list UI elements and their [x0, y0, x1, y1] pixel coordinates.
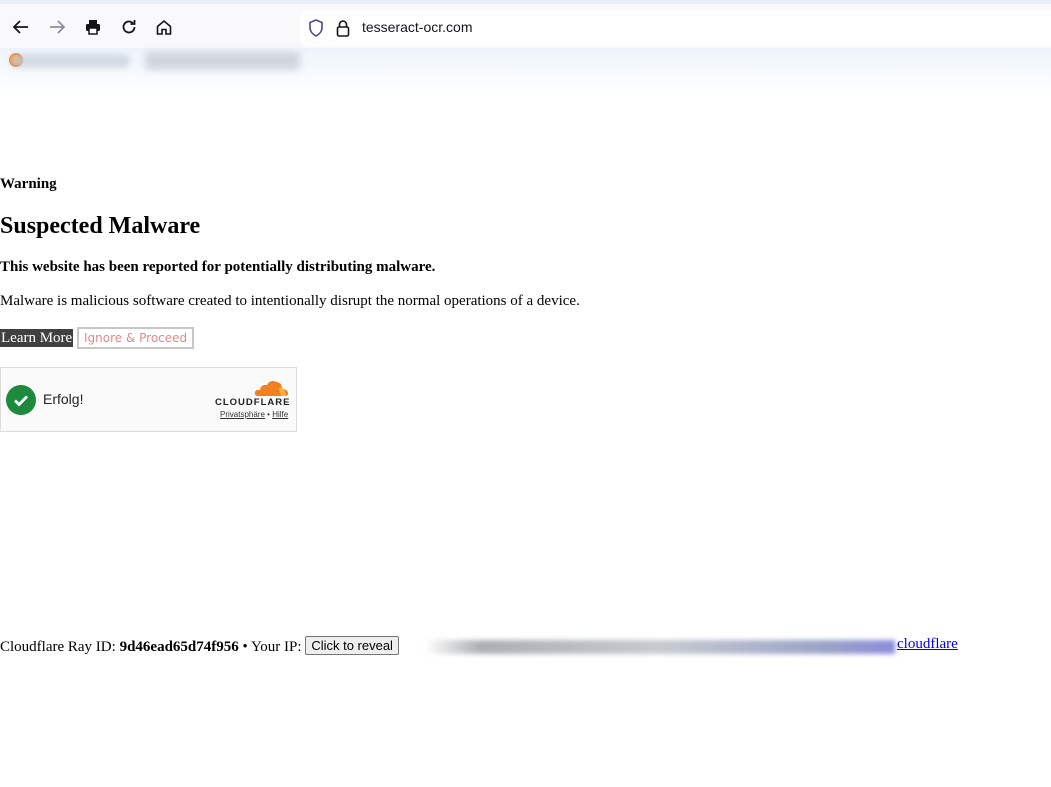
warning-label: Warning [0, 176, 57, 192]
cloudflare-wordmark: CLOUDFLARE [215, 397, 291, 408]
ray-id-value: 9d46ead65d74f956 [119, 639, 239, 655]
tab-strip-obscured [0, 48, 1051, 94]
obscured-tab [145, 52, 300, 70]
reload-icon[interactable] [116, 14, 142, 40]
lock-icon[interactable] [336, 19, 350, 42]
reported-message: This website has been reported for poten… [0, 259, 436, 275]
ray-id-label: Cloudflare Ray ID: [0, 639, 116, 655]
help-link[interactable]: Hilfe [272, 410, 288, 419]
ip-label: Your IP: [250, 639, 302, 655]
obscured-footer-text [425, 640, 895, 654]
reveal-ip-button[interactable]: Click to reveal [305, 636, 399, 655]
url-bar[interactable]: tesseract-ocr.com [300, 10, 1051, 46]
url-text[interactable]: tesseract-ocr.com [362, 19, 472, 35]
malware-description: Malware is malicious software created to… [0, 293, 580, 309]
footer-bullet: • [242, 639, 248, 655]
browser-toolbar: tesseract-ocr.com [0, 0, 1051, 55]
ray-footer: Cloudflare Ray ID: 9d46ead65d74f956 • Yo… [0, 636, 399, 656]
obscured-tab [10, 54, 130, 68]
success-check-icon [6, 385, 36, 415]
turnstile-links: Privatsphäre • Hilfe [220, 410, 288, 419]
link-separator: • [267, 410, 270, 419]
turnstile-widget: Erfolg! CLOUDFLARE Privatsphäre • Hilfe [0, 367, 297, 432]
forward-arrow-icon[interactable] [44, 14, 70, 40]
privacy-link[interactable]: Privatsphäre [220, 410, 265, 419]
ignore-proceed-button[interactable]: Ignore & Proceed [77, 327, 195, 349]
page-title: Suspected Malware [0, 213, 201, 239]
cloudflare-link[interactable]: cloudflare [897, 636, 958, 653]
success-status-text: Erfolg! [43, 391, 84, 407]
cloudflare-cloud-icon [254, 381, 288, 396]
learn-more-button[interactable]: Learn More [0, 329, 74, 347]
back-arrow-icon[interactable] [8, 14, 34, 40]
cloudflare-logo: CLOUDFLARE Privatsphäre • Hilfe [214, 379, 292, 419]
shield-icon[interactable] [308, 19, 324, 42]
print-icon[interactable] [80, 14, 106, 40]
home-icon[interactable] [151, 14, 177, 40]
